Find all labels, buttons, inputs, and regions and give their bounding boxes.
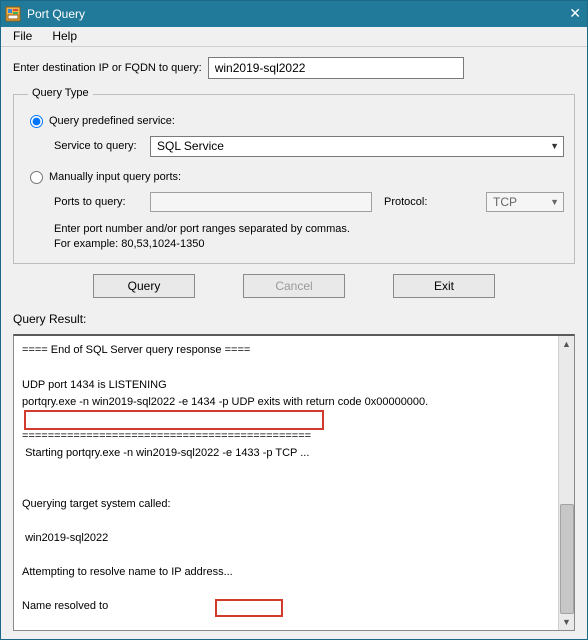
scrollbar[interactable]: ▲ ▼: [558, 336, 574, 630]
query-type-legend: Query Type: [28, 87, 93, 99]
destination-label: Enter destination IP or FQDN to query:: [13, 62, 202, 74]
radio-predefined[interactable]: [30, 115, 43, 128]
radio-predefined-label: Query predefined service:: [49, 115, 175, 127]
ports-input: [150, 192, 372, 212]
scroll-down-icon[interactable]: ▼: [559, 614, 574, 630]
protocol-select: TCP ▼: [486, 192, 564, 212]
hint-line2: For example: 80,53,1024-1350: [54, 237, 564, 252]
app-icon: [5, 6, 21, 22]
destination-input[interactable]: [208, 57, 464, 79]
exit-button[interactable]: Exit: [393, 274, 495, 298]
query-type-group: Query Type Query predefined service: Ser…: [13, 89, 575, 265]
service-selected-value: SQL Service: [157, 139, 224, 153]
menu-file[interactable]: File: [3, 27, 42, 45]
radio-manual[interactable]: [30, 171, 43, 184]
service-select[interactable]: SQL Service ▼: [150, 136, 564, 157]
query-button[interactable]: Query: [93, 274, 195, 298]
service-label: Service to query:: [54, 140, 150, 152]
protocol-label: Protocol:: [384, 196, 480, 208]
query-result-label: Query Result:: [1, 312, 587, 330]
close-icon[interactable]: ✕: [541, 5, 581, 22]
query-result-text[interactable]: ==== End of SQL Server query response ==…: [14, 336, 574, 631]
menu-help[interactable]: Help: [42, 27, 87, 45]
ports-label: Ports to query:: [54, 196, 150, 208]
menubar: File Help: [1, 27, 587, 47]
hint-line1: Enter port number and/or port ranges sep…: [54, 222, 564, 237]
query-result-panel: ==== End of SQL Server query response ==…: [13, 334, 575, 631]
protocol-selected-value: TCP: [493, 195, 517, 209]
titlebar: Port Query ✕: [1, 1, 587, 27]
scroll-up-icon[interactable]: ▲: [559, 336, 574, 352]
ports-hint: Enter port number and/or port ranges sep…: [54, 222, 564, 252]
window-title: Port Query: [27, 7, 541, 21]
radio-manual-label: Manually input query ports:: [49, 171, 181, 183]
chevron-down-icon: ▼: [550, 197, 559, 207]
chevron-down-icon: ▼: [550, 141, 559, 151]
scroll-thumb[interactable]: [560, 504, 574, 614]
cancel-button: Cancel: [243, 274, 345, 298]
